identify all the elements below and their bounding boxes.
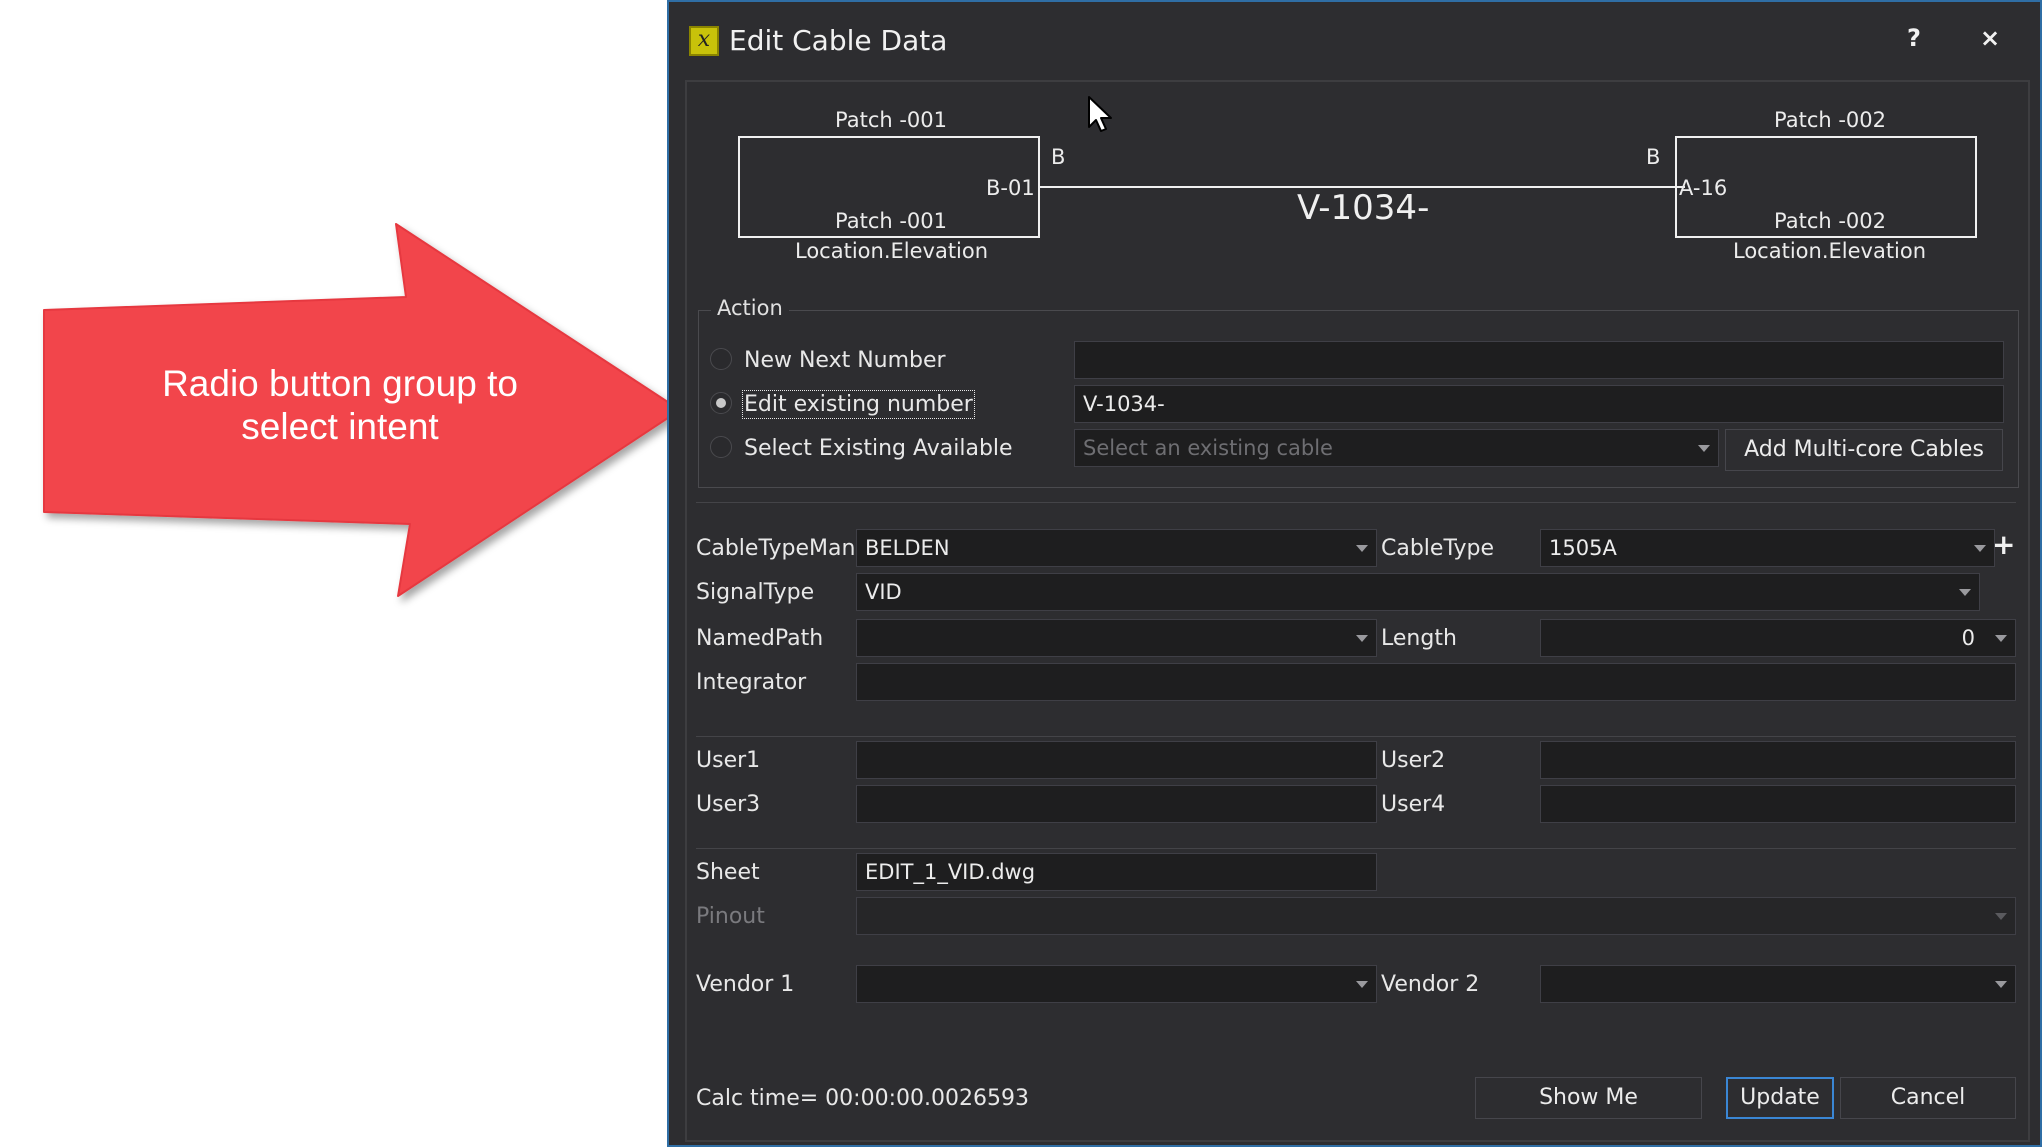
right-port-label: A-16: [1679, 176, 1728, 200]
radio-select-existing-available-label[interactable]: Select Existing Available: [744, 436, 1013, 461]
separator: [696, 848, 2016, 849]
cable-id: V-1034-: [1297, 188, 1430, 228]
vendor2-select[interactable]: [1540, 965, 2016, 1003]
edit-cable-data-dialog: x Edit Cable Data ? × Patch -001 B-01 Pa…: [667, 0, 2042, 1147]
radio-select-existing-available[interactable]: [710, 436, 732, 458]
xl-app-icon: x: [689, 26, 719, 56]
user4-label: User4: [1381, 792, 1446, 817]
chevron-down-icon: [1959, 589, 1971, 596]
chevron-down-icon: [1995, 913, 2007, 920]
integrator-field[interactable]: [856, 663, 2016, 701]
right-side-label: B: [1646, 145, 1661, 169]
signal-type-select[interactable]: VID: [856, 573, 1980, 611]
user1-label: User1: [696, 748, 761, 773]
chevron-down-icon: [1356, 635, 1368, 642]
separator: [696, 736, 2016, 737]
chevron-down-icon: [1995, 981, 2007, 988]
callout-arrow: [43, 223, 681, 597]
add-cable-type-button[interactable]: +: [1992, 528, 2015, 561]
vendor2-label: Vendor 2: [1381, 972, 1480, 997]
chevron-down-icon: [1356, 981, 1368, 988]
right-device-name: Patch -002: [1774, 108, 1887, 132]
left-side-label: B: [1051, 145, 1066, 169]
calc-time: Calc time= 00:00:00.0026593: [696, 1086, 1029, 1111]
pinout-select: [856, 897, 2016, 935]
left-device-inner-name: Patch -001: [835, 209, 948, 233]
vendor1-select[interactable]: [856, 965, 1377, 1003]
user3-label: User3: [696, 792, 761, 817]
cable-type-select[interactable]: 1505A: [1540, 529, 1995, 567]
length-label: Length: [1381, 626, 1457, 651]
update-button[interactable]: Update: [1726, 1077, 1834, 1119]
signal-type-value: VID: [865, 580, 902, 604]
user2-label: User2: [1381, 748, 1446, 773]
vendor1-label: Vendor 1: [696, 972, 795, 997]
radio-new-next-number[interactable]: [710, 348, 732, 370]
help-button[interactable]: ?: [1894, 24, 1934, 52]
user1-field[interactable]: [856, 741, 1377, 779]
cable-type-manu-value: BELDEN: [865, 536, 950, 560]
chevron-down-icon: [1698, 445, 1710, 452]
chevron-down-icon: [1974, 545, 1986, 552]
existing-cable-select[interactable]: Select an existing cable: [1074, 429, 1719, 467]
signal-type-label: SignalType: [696, 580, 815, 605]
mouse-cursor-icon: [1088, 96, 1112, 132]
sheet-field[interactable]: EDIT_1_VID.dwg: [856, 853, 1377, 891]
length-value: 0: [1961, 626, 1975, 650]
cable-type-manu-select[interactable]: BELDEN: [856, 529, 1377, 567]
separator: [696, 502, 2016, 503]
user4-field[interactable]: [1540, 785, 2016, 823]
action-group-title: Action: [711, 296, 789, 320]
chevron-down-icon: [1356, 545, 1368, 552]
radio-edit-existing-number[interactable]: [710, 392, 732, 414]
named-path-select[interactable]: [856, 619, 1377, 657]
cancel-button[interactable]: Cancel: [1840, 1077, 2016, 1119]
radio-new-next-number-label[interactable]: New Next Number: [744, 348, 946, 373]
right-location: Location.Elevation: [1733, 239, 1927, 263]
left-port-label: B-01: [986, 176, 1035, 200]
pinout-label: Pinout: [696, 904, 765, 929]
sheet-label: Sheet: [696, 860, 760, 885]
cable-type-value: 1505A: [1549, 536, 1617, 560]
show-me-button[interactable]: Show Me: [1475, 1077, 1702, 1119]
left-device-name: Patch -001: [835, 108, 948, 132]
cable-type-manu-label: CableTypeManu: [696, 536, 870, 561]
left-location: Location.Elevation: [795, 239, 989, 263]
cable-type-label: CableType: [1381, 536, 1494, 561]
callout-text: Radio button group to select intent: [162, 363, 518, 447]
length-stepper[interactable]: 0: [1540, 619, 2016, 657]
existing-cable-placeholder: Select an existing cable: [1083, 436, 1333, 460]
add-multicore-cables-button[interactable]: Add Multi-core Cables: [1725, 429, 2003, 471]
edit-number-field[interactable]: V-1034-: [1074, 385, 2004, 423]
close-button[interactable]: ×: [1970, 24, 2010, 52]
new-next-number-field[interactable]: [1074, 341, 2004, 379]
integrator-label: Integrator: [696, 670, 807, 695]
right-device-inner-name: Patch -002: [1774, 209, 1887, 233]
radio-edit-existing-number-label[interactable]: Edit existing number: [742, 390, 975, 419]
user2-field[interactable]: [1540, 741, 2016, 779]
dialog-title: Edit Cable Data: [729, 24, 948, 57]
chevron-down-icon[interactable]: [1995, 635, 2007, 642]
user3-field[interactable]: [856, 785, 1377, 823]
named-path-label: NamedPath: [696, 626, 824, 651]
